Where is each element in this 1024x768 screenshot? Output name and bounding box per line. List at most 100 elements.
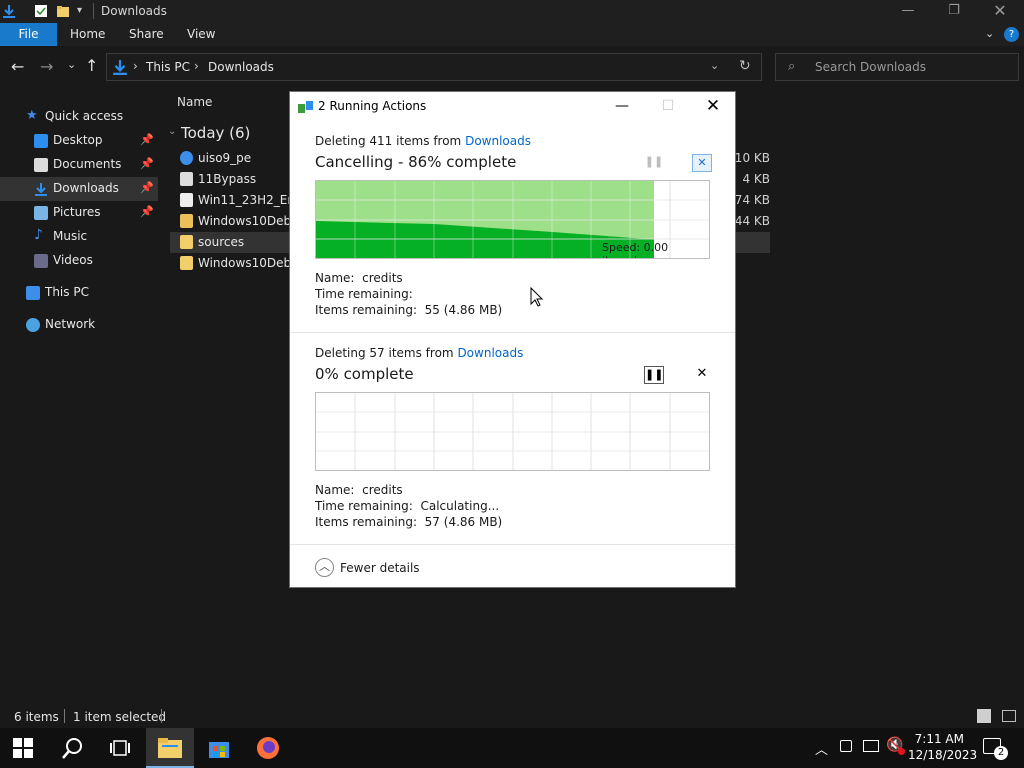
- clock-time[interactable]: 7:11 AM: [914, 732, 964, 746]
- task-view-icon[interactable]: [108, 736, 132, 760]
- nav-item-videos[interactable]: Videos: [0, 249, 158, 273]
- dialog-minimize-button[interactable]: —: [599, 92, 645, 120]
- taskbar-explorer-button[interactable]: [146, 728, 194, 768]
- tab-view[interactable]: View: [187, 27, 215, 41]
- nav-item-network[interactable]: Network: [0, 313, 158, 337]
- firefox-icon[interactable]: [256, 736, 280, 760]
- file-name: 11Bypass: [198, 172, 257, 186]
- chevron-up-icon: ︿: [315, 558, 334, 577]
- items-label: Items remaining:: [315, 515, 418, 529]
- window-title: Downloads: [101, 4, 167, 18]
- breadcrumb-this-pc[interactable]: This PC: [146, 60, 190, 74]
- refresh-icon[interactable]: ↻: [739, 58, 751, 74]
- start-icon[interactable]: [13, 738, 33, 758]
- nav-label: Network: [45, 317, 96, 331]
- nav-item-music[interactable]: ♪ Music: [0, 225, 158, 249]
- file-size: 44 KB: [734, 214, 770, 228]
- large-icons-view-icon[interactable]: [1002, 710, 1016, 722]
- computer-icon: [26, 286, 40, 300]
- operation-2-pause-button[interactable]: ❚❚: [644, 366, 664, 384]
- breadcrumb-downloads[interactable]: Downloads: [208, 60, 274, 74]
- footer-separator: [290, 544, 735, 545]
- close-button[interactable]: ✕: [977, 0, 1023, 23]
- store-icon[interactable]: [207, 736, 231, 760]
- operation-1-location-link[interactable]: Downloads: [465, 134, 531, 148]
- operation-1-pause-button: ❚❚: [644, 155, 664, 168]
- nav-item-quick-access[interactable]: ★ Quick access: [0, 105, 158, 129]
- muted-badge-icon: [898, 748, 905, 755]
- videos-icon: [34, 254, 48, 268]
- forward-icon[interactable]: →: [40, 57, 53, 76]
- name-label: Name:: [315, 483, 355, 497]
- operation-1-speed: Speed: 0.00 items/s: [602, 241, 669, 258]
- operation-1-cancel-button[interactable]: ✕: [692, 154, 712, 172]
- items-value: 57 (4.86 MB): [424, 515, 503, 529]
- back-icon[interactable]: ←: [11, 57, 24, 76]
- show-hidden-icons-icon[interactable]: ︿: [815, 739, 828, 758]
- nav-item-pictures[interactable]: Pictures 📌: [0, 201, 158, 225]
- operation-2-cancel-button[interactable]: ✕: [692, 366, 712, 384]
- up-icon[interactable]: ↑: [85, 56, 98, 75]
- download-arrow-icon: [3, 5, 15, 18]
- nav-item-documents[interactable]: Documents 📌: [0, 153, 158, 177]
- nav-label: Videos: [53, 253, 93, 267]
- folder-zip-icon: [180, 214, 193, 228]
- tab-share[interactable]: Share: [129, 27, 164, 41]
- search-icon[interactable]: [61, 736, 85, 760]
- file-name: Win11_23H2_Eng: [198, 193, 303, 207]
- address-bar[interactable]: › This PC › Downloads ⌄ ↻: [106, 53, 762, 81]
- search-input[interactable]: Search Downloads: [815, 60, 926, 74]
- app-icon: [180, 151, 193, 165]
- selection-count: 1 item selected: [73, 710, 167, 724]
- pin-icon: 📌: [140, 181, 154, 194]
- file-size: 4 KB: [742, 172, 770, 186]
- help-icon[interactable]: ?: [1004, 27, 1019, 42]
- nav-label: Documents: [53, 157, 122, 171]
- status-divider: [64, 709, 65, 723]
- name-value: credits: [362, 483, 403, 497]
- nav-item-downloads[interactable]: Downloads 📌: [0, 177, 158, 201]
- operation-prefix: Deleting 411 items from: [315, 134, 462, 148]
- minimize-button[interactable]: —: [885, 0, 931, 23]
- nav-label: Music: [53, 229, 88, 243]
- customize-qa-icon[interactable]: ▾: [77, 5, 82, 16]
- ribbon-expand-icon[interactable]: ⌄: [985, 27, 994, 40]
- new-folder-icon[interactable]: [56, 4, 70, 18]
- nav-item-desktop[interactable]: Desktop 📌: [0, 129, 158, 153]
- maximize-button[interactable]: ❐: [931, 0, 977, 23]
- taskbar: ︿ 🔇 7:11 AM 12/18/2023 2: [0, 728, 1024, 768]
- search-box[interactable]: ⌕ Search Downloads: [775, 53, 1019, 81]
- status-bar: 6 items 1 item selected: [0, 706, 1024, 728]
- address-dropdown-icon[interactable]: ⌄: [710, 59, 719, 72]
- tab-home[interactable]: Home: [70, 27, 105, 41]
- status-divider: [161, 709, 162, 723]
- operation-2-description: Deleting 57 items from Downloads: [315, 346, 523, 360]
- nav-label: Quick access: [45, 109, 124, 123]
- running-actions-dialog: 2 Running Actions — ☐ ✕ Deleting 411 ite…: [289, 91, 736, 588]
- details-view-icon[interactable]: [977, 709, 991, 723]
- operation-1-status: Cancelling - 86% complete: [315, 153, 517, 171]
- recent-locations-icon[interactable]: ⌄: [67, 58, 76, 71]
- group-collapse-icon[interactable]: ⌄: [168, 126, 176, 137]
- items-label: Items remaining:: [315, 303, 418, 317]
- nav-item-this-pc[interactable]: This PC: [0, 281, 158, 305]
- pin-icon: 📌: [140, 133, 154, 146]
- operation-separator: [290, 332, 735, 333]
- clock-date[interactable]: 12/18/2023: [908, 748, 977, 762]
- tab-file[interactable]: File: [0, 23, 57, 46]
- column-header-name[interactable]: Name: [177, 95, 212, 109]
- operation-1-description: Deleting 411 items from Downloads: [315, 134, 531, 148]
- operation-2-time-remaining: Time remaining: Calculating...: [315, 499, 499, 513]
- operation-2-location-link[interactable]: Downloads: [457, 346, 523, 360]
- group-header[interactable]: Today (6): [181, 124, 250, 142]
- documents-icon: [34, 158, 48, 172]
- folder-icon: [180, 256, 193, 270]
- meet-now-icon[interactable]: [840, 740, 852, 752]
- dialog-title: 2 Running Actions: [318, 99, 427, 113]
- network-status-icon[interactable]: [863, 740, 879, 752]
- file-explorer-icon: [158, 738, 182, 758]
- dialog-close-button[interactable]: ✕: [690, 92, 736, 120]
- properties-icon[interactable]: [34, 4, 48, 18]
- items-value: 55 (4.86 MB): [424, 303, 503, 317]
- pin-icon: 📌: [140, 205, 154, 218]
